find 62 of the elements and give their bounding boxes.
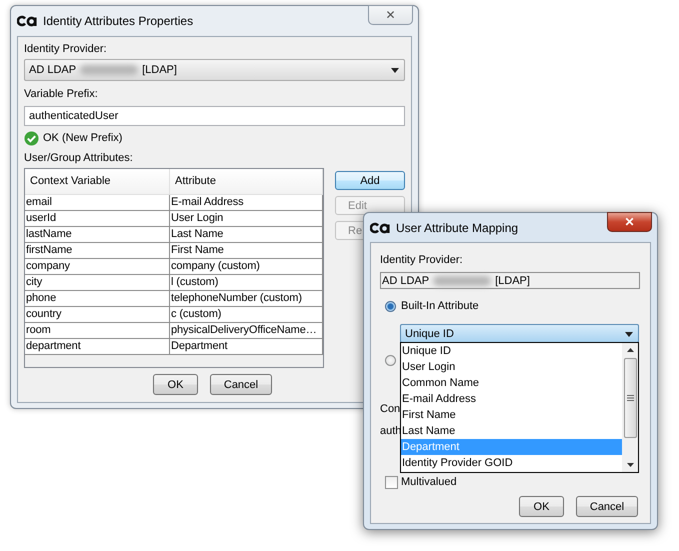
table-cell: city (25, 275, 170, 291)
dialog-button[interactable]: Cancel (576, 496, 638, 517)
status-message: OK (New Prefix) (43, 132, 122, 144)
table-cell: company (custom) (170, 259, 323, 275)
table-cell: E-mail Address (170, 195, 323, 211)
table-cell: Last Name (170, 227, 323, 243)
dialog-button[interactable]: OK (153, 374, 198, 395)
list-option[interactable]: Common Name (401, 375, 622, 391)
close-button[interactable]: ✕ (607, 212, 652, 232)
logo-icon (17, 15, 37, 27)
radio-button[interactable] (385, 354, 396, 366)
table-cell: lastName (25, 227, 170, 243)
logo-icon (370, 222, 390, 234)
provider-field: AD LDAP [LDAP] (380, 272, 640, 289)
field-label: Con (380, 402, 400, 417)
side-button[interactable]: Add (335, 171, 405, 190)
redaction-blur (80, 65, 138, 75)
table-cell: Department (170, 339, 323, 355)
dialog-button[interactable]: OK (519, 496, 564, 517)
column-header[interactable]: Attribute (170, 169, 323, 194)
table-cell: room (25, 323, 170, 339)
scroll-down-icon (626, 463, 634, 467)
column-header[interactable]: Context Variable (25, 169, 170, 194)
dialog-button[interactable]: Cancel (210, 374, 272, 395)
list-option[interactable]: User Login (401, 359, 622, 375)
list-option[interactable]: Last Name (401, 423, 622, 439)
table-cell: l (custom) (170, 275, 323, 291)
redaction-blur (433, 276, 492, 286)
list-option[interactable]: Identity Provider GOID (401, 455, 622, 471)
table-cell: userId (25, 211, 170, 227)
list-option[interactable]: Unique ID (401, 343, 622, 359)
scroll-up-icon (626, 348, 634, 352)
window-title: Identity Attributes Properties (43, 14, 194, 28)
table-cell: company (25, 259, 170, 275)
table-cell: telephoneNumber (custom) (170, 291, 323, 307)
table-cell: country (25, 307, 170, 323)
checkbox-label: Multivalued (401, 476, 457, 488)
field-label: Identity Provider: (380, 253, 464, 268)
provider-dropdown[interactable]: AD LDAP [LDAP] (24, 59, 405, 81)
list-option[interactable]: First Name (401, 407, 622, 423)
checkbox[interactable] (385, 476, 398, 488)
scrollbar[interactable] (622, 343, 638, 472)
attribute-dropdown[interactable]: Unique ID (400, 324, 639, 343)
table-cell: c (custom) (170, 307, 323, 323)
radio-label: Built-In Attribute (401, 300, 479, 312)
field-label: Variable Prefix: (24, 87, 99, 102)
window-title: User Attribute Mapping (396, 220, 518, 234)
radio-button[interactable] (385, 300, 396, 312)
field-label: Identity Provider: (24, 42, 108, 57)
list-option[interactable]: E-mail Address (401, 391, 622, 407)
table-cell: User Login (170, 211, 323, 227)
table-cell: department (25, 339, 170, 355)
table-cell: phone (25, 291, 170, 307)
table-cell: firstName (25, 243, 170, 259)
table-cell: email (25, 195, 170, 211)
section-label: User/Group Attributes: (24, 151, 134, 166)
table-cell: First Name (170, 243, 323, 259)
caret-icon (625, 332, 633, 336)
scroll-thumb[interactable] (624, 358, 636, 438)
caret-icon (391, 68, 399, 73)
prefix-input[interactable]: authenticatedUser (24, 106, 405, 126)
table-cell: physicalDeliveryOfficeName… (170, 323, 323, 339)
